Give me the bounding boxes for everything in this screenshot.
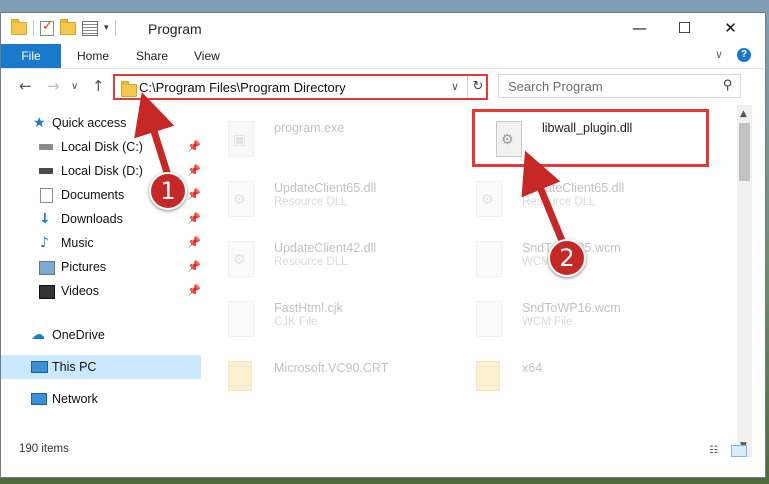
callout-arrows xyxy=(134,91,569,250)
step-1-badge: 1 xyxy=(149,172,187,210)
arrow-to-dll-file xyxy=(521,150,569,250)
step-2-badge: 2 xyxy=(548,239,586,277)
